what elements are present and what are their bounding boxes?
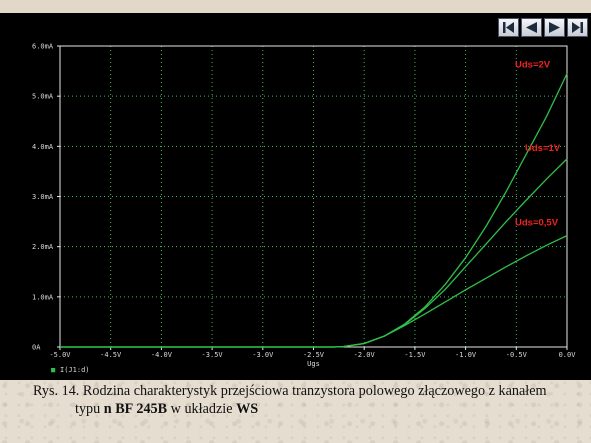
x-tick-label: -1.0V — [455, 351, 477, 359]
next-icon — [549, 22, 560, 33]
x-tick-label: -0.5V — [506, 351, 528, 359]
y-tick-label: 4.0mA — [32, 143, 54, 151]
top-strip — [0, 0, 591, 13]
axes-layer — [57, 45, 568, 350]
caption-text: typu — [75, 401, 104, 417]
x-tick-label: -4.0V — [151, 351, 173, 359]
previous-icon — [526, 22, 537, 33]
skip-to-last-button[interactable] — [567, 18, 588, 37]
x-tick-label: -2.5V — [303, 351, 325, 359]
x-tick-label: -3.5V — [202, 351, 224, 359]
series-label: Uds=2V — [515, 60, 551, 71]
skip-to-last-icon — [572, 22, 583, 33]
series-label: Uds=1V — [525, 143, 561, 154]
x-tick-label: -2.0V — [354, 351, 376, 359]
legend-marker: ■ — [51, 366, 56, 374]
y-tick-label: 6.0mA — [32, 43, 54, 51]
caption-text: w układzie — [167, 401, 237, 417]
previous-button[interactable] — [521, 18, 542, 37]
chart-panel: -5.0V -4.5V -4.0V -3.5V -3.0V -2.5V -2.0V -1.5V… — [0, 13, 591, 380]
caption-line-2: typu n BF 245B w układzie WS — [33, 400, 589, 418]
x-tick-label: -1.5V — [404, 351, 426, 359]
series-label: Uds=0,5V — [515, 218, 559, 229]
grid-layer — [60, 46, 567, 347]
skip-to-first-button[interactable] — [498, 18, 519, 37]
figure-caption: Rys. 14. Rodzina charakterystyk przejści… — [33, 382, 589, 418]
y-tick-label: 2.0mA — [32, 243, 54, 251]
y-tick-label: 1.0mA — [32, 293, 54, 301]
skip-to-first-icon — [503, 22, 514, 33]
legend-label: I(J1:d) — [60, 366, 90, 374]
transfer-characteristics-chart: -5.0V -4.5V -4.0V -3.5V -3.0V -2.5V -2.0V -1.5V… — [32, 43, 576, 375]
y-tick-label: 5.0mA — [32, 93, 54, 101]
labels-layer: -5.0V -4.5V -4.0V -3.5V -3.0V -2.5V -2.0V -1.5V… — [32, 43, 576, 375]
circuit-configuration: WS — [236, 401, 259, 417]
transistor-type: n BF 245B — [103, 401, 168, 417]
x-tick-label: -4.5V — [100, 351, 122, 359]
y-tick-label: 0A — [32, 344, 41, 352]
y-tick-label: 3.0mA — [32, 193, 54, 201]
x-tick-label: -5.0V — [49, 351, 71, 359]
x-axis-label: Ugs — [307, 360, 320, 368]
next-button[interactable] — [544, 18, 565, 37]
x-tick-label: -3.0V — [252, 351, 274, 359]
caption-line-1: Rys. 14. Rodzina charakterystyk przejści… — [33, 383, 547, 399]
x-tick-label: 0.0V — [559, 351, 577, 359]
